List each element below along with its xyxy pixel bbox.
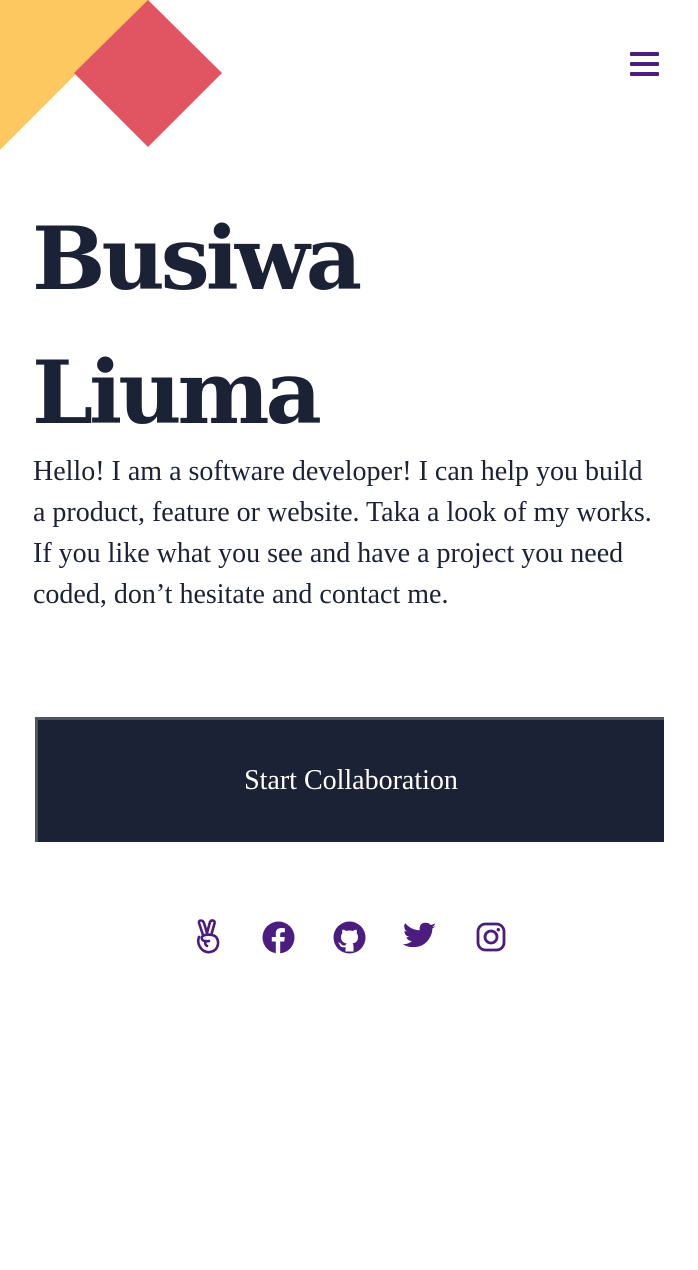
twitter-link[interactable] [402, 918, 438, 956]
hamburger-menu-icon [629, 52, 659, 56]
social-links [0, 918, 698, 958]
bio-paragraph: Hello! I am a software developer! I can … [33, 456, 652, 610]
start-collaboration-label: Start Collaboration [244, 765, 458, 796]
instagram-icon [476, 922, 506, 952]
github-icon [333, 921, 365, 953]
decorative-shapes [0, 0, 222, 150]
angellist-link[interactable] [190, 918, 226, 956]
facebook-icon [262, 921, 294, 954]
facebook-link[interactable] [260, 918, 296, 956]
page-title: Busiwa Liuma [32, 192, 362, 460]
hamburger-menu-bar [629, 72, 659, 76]
hamburger-menu-bar [629, 62, 659, 66]
name-first: Busiwa [32, 207, 362, 310]
github-link[interactable] [331, 918, 367, 956]
name-last: Liuma [32, 341, 322, 444]
start-collaboration-button[interactable]: Start Collaboration [35, 717, 664, 842]
twitter-icon [403, 922, 436, 948]
hamburger-menu-button[interactable] [622, 44, 666, 84]
angellist-icon [196, 919, 220, 954]
instagram-link[interactable] [473, 918, 509, 956]
